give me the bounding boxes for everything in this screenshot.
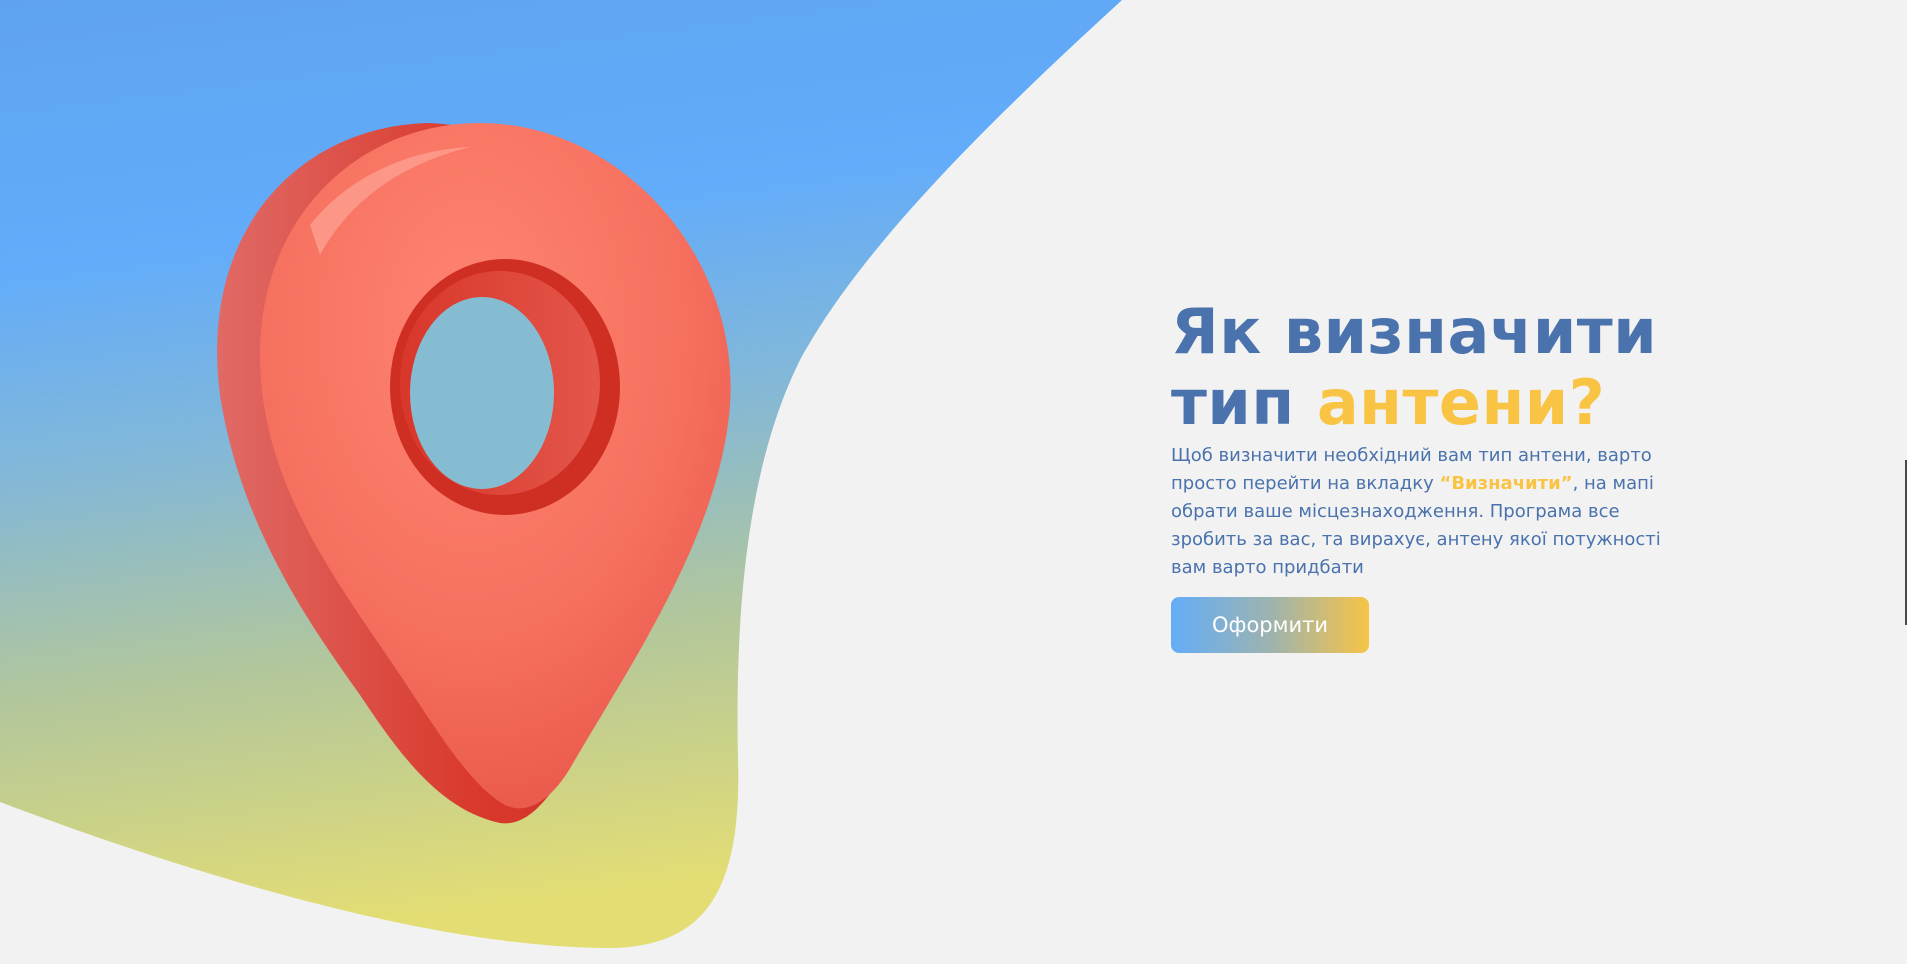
map-pin-icon (217, 123, 731, 824)
hero-title-line2-prefix: тип (1171, 366, 1317, 439)
hero-text-block: Як визначити тип антени? Щоб визначити н… (1171, 296, 1711, 653)
hero-description: Щоб визначити необхідний вам тип антени,… (1171, 442, 1696, 582)
hero-title: Як визначити тип антени? (1171, 296, 1711, 438)
hero-title-accent: антени? (1316, 366, 1606, 439)
order-button[interactable]: Оформити (1171, 597, 1369, 653)
hero-description-highlight: “Визначити” (1439, 473, 1573, 494)
hero-title-line1: Як визначити (1171, 295, 1658, 368)
page: Як визначити тип антени? Щоб визначити н… (0, 0, 1907, 964)
